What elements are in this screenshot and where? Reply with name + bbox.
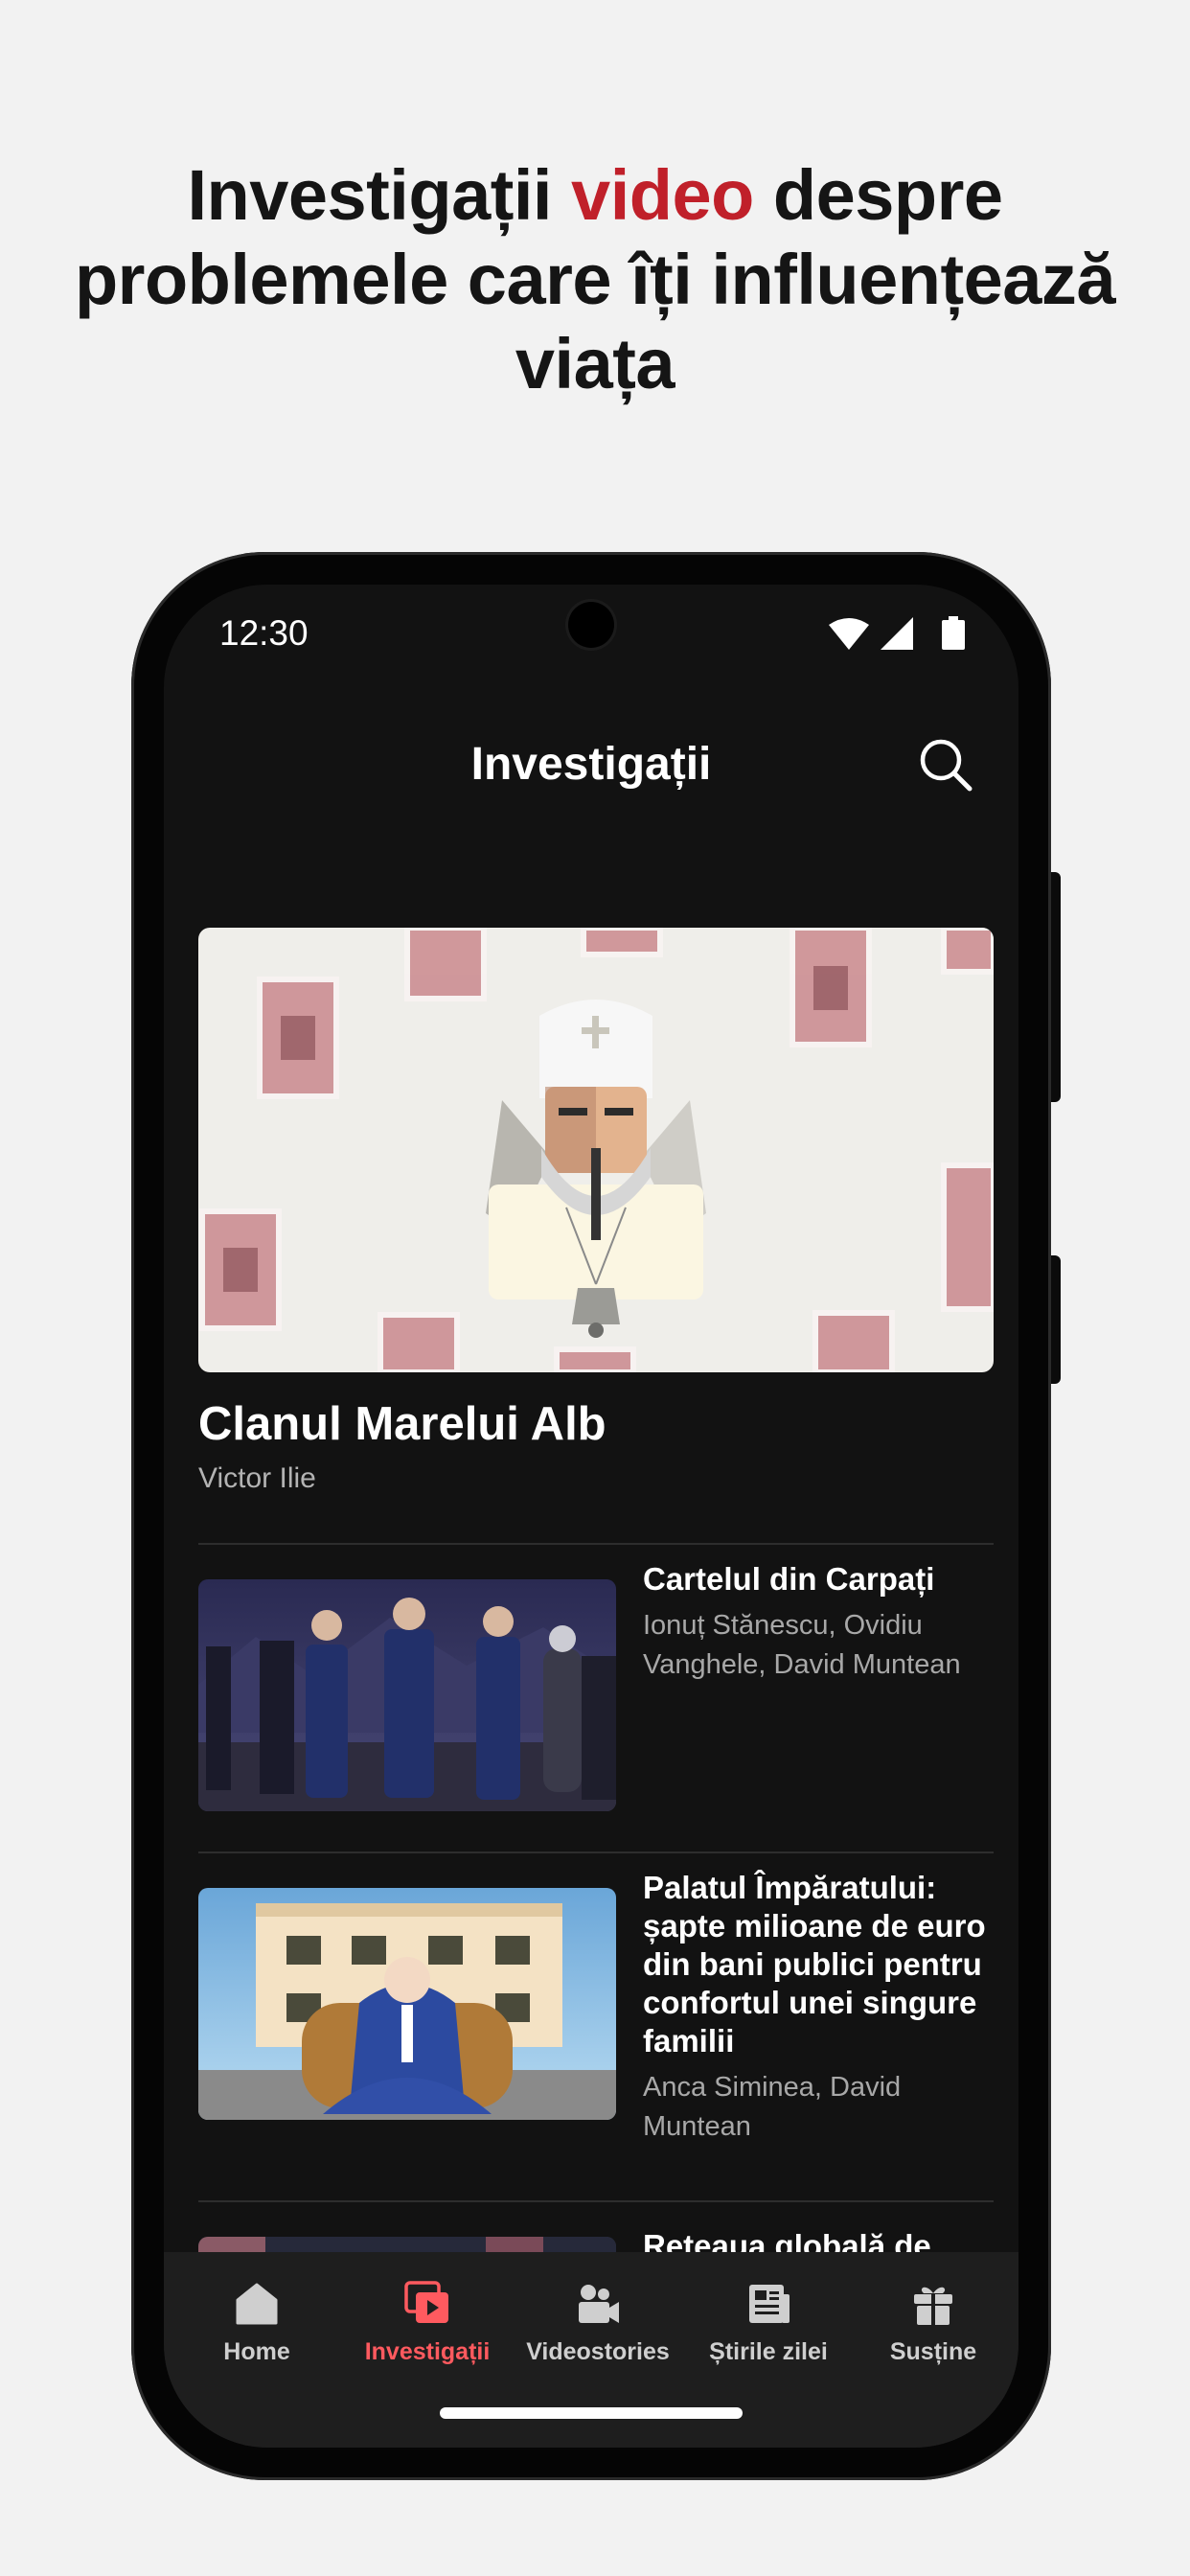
wifi-icon <box>829 618 869 650</box>
nav-label-stirile-zilei: Știrile zilei <box>709 2338 828 2365</box>
app-bar-title: Investigații <box>470 739 712 790</box>
status-icons <box>829 616 965 650</box>
video-camera-icon <box>579 2285 619 2323</box>
nav-item-sustine[interactable]: Susține <box>848 2281 1018 2366</box>
article-title[interactable]: Cartelul din Carpați <box>643 1560 997 1598</box>
home-indicator[interactable] <box>440 2407 743 2419</box>
headline-accent-word: video <box>571 154 754 235</box>
front-camera <box>568 602 614 648</box>
gift-icon <box>914 2287 952 2325</box>
nav-item-videostories[interactable]: Videostories <box>513 2281 683 2366</box>
play-stack-icon <box>404 2281 448 2323</box>
status-time: 12:30 <box>219 613 309 653</box>
phone-frame: 12:30 Investigații Clanul Marelui Alb Vi… <box>131 552 1061 2480</box>
signal-icon <box>881 617 913 650</box>
promo-headline: Investigații video despre problemele car… <box>0 153 1190 406</box>
phone-screen: 12:30 Investigații Clanul Marelui Alb Vi… <box>164 585 1018 2448</box>
featured-illustration <box>198 928 994 1372</box>
status-bar: 12:30 <box>164 585 1018 690</box>
headline-part-1: Investigații <box>187 154 572 235</box>
article-illustration <box>198 1888 616 2120</box>
featured-author: Victor Ilie <box>198 1462 316 1494</box>
newspaper-icon <box>749 2285 790 2323</box>
article-thumbnail[interactable] <box>198 1579 616 1811</box>
featured-thumbnail[interactable] <box>198 928 994 1372</box>
divider <box>198 2200 994 2202</box>
featured-title[interactable]: Clanul Marelui Alb <box>198 1397 606 1451</box>
nav-label-sustine: Susține <box>889 2338 977 2365</box>
battery-icon <box>942 616 965 650</box>
nav-item-stirile-zilei[interactable]: Știrile zilei <box>683 2281 854 2366</box>
article-title[interactable]: Palatul Împăratului: șapte milioane de e… <box>643 1869 997 2060</box>
divider <box>198 1852 994 1853</box>
divider <box>198 1543 994 1545</box>
nav-label-home: Home <box>223 2338 290 2365</box>
home-icon <box>236 2283 278 2325</box>
phone-volume-button <box>1051 1255 1061 1384</box>
phone-power-button <box>1051 872 1061 1102</box>
article-thumbnail[interactable] <box>198 1888 616 2120</box>
article-illustration <box>198 1579 616 1811</box>
article-authors: Anca Siminea, David Muntean <box>643 2072 902 2142</box>
nav-label-investigatii: Investigații <box>364 2338 491 2365</box>
search-icon[interactable] <box>917 736 974 794</box>
article-authors: Ionuț Stănescu, Ovidiu Vanghele, David M… <box>643 1610 961 1680</box>
nav-item-home[interactable]: Home <box>172 2281 342 2366</box>
nav-label-videostories: Videostories <box>526 2338 670 2365</box>
nav-item-investigatii[interactable]: Investigații <box>342 2281 513 2366</box>
